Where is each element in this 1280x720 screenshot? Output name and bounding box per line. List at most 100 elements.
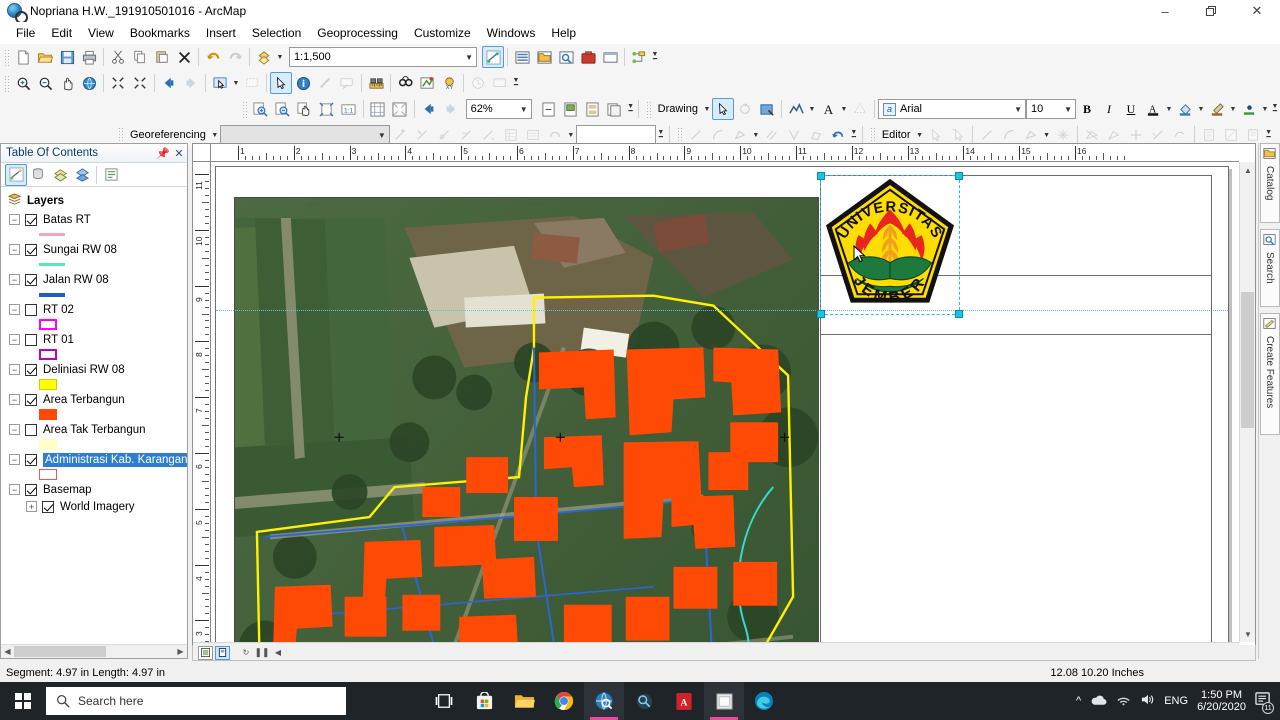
marker-color-dropdown-icon[interactable]: ▼ — [1260, 99, 1270, 119]
fill-color-icon[interactable] — [1174, 98, 1196, 120]
new-document-icon[interactable] — [12, 46, 34, 68]
expand-icon[interactable]: − — [9, 334, 20, 345]
find-icon[interactable] — [394, 72, 416, 94]
menu-selection[interactable]: Selection — [244, 23, 309, 43]
maximize-button[interactable] — [1188, 0, 1234, 22]
toolbar-grip[interactable] — [3, 48, 9, 66]
layout-zoom-out-icon[interactable] — [272, 98, 294, 120]
new-rectangle-icon[interactable] — [756, 98, 778, 120]
undo-icon[interactable] — [202, 46, 224, 68]
layout-page[interactable]: 110°52'0"E 110°52'0"E 110°52'0"E UNIVERS… — [215, 166, 1229, 642]
search-icon[interactable] — [555, 46, 577, 68]
paste-icon[interactable] — [151, 46, 173, 68]
horizontal-ruler[interactable]: 1 2 3 4 5 6 7 8 9 10 11 12 13 14 15 16 — [211, 144, 1239, 162]
fixed-zoom-in-page-icon[interactable] — [367, 98, 389, 120]
previous-icon[interactable]: ◀ — [270, 648, 286, 657]
zoom-100-icon[interactable]: 1:1 — [338, 98, 360, 120]
layout-vertical-scrollbar[interactable]: ▲ ▼ — [1239, 162, 1255, 642]
task-view-icon[interactable] — [424, 682, 464, 720]
layout-zoom-combo[interactable]: 62% ▼ — [465, 99, 532, 119]
drawing-menu-label[interactable]: Drawing — [654, 103, 702, 115]
minimize-button[interactable]: – — [1142, 0, 1188, 22]
select-features-dropdown-icon[interactable]: ▼ — [231, 73, 241, 93]
italic-button[interactable]: I — [1098, 98, 1120, 120]
scroll-right-icon[interactable]: ▶ — [174, 647, 187, 656]
pdf-reader-icon[interactable]: A — [664, 682, 704, 720]
toc-layer-jalan-rw-08[interactable]: − Jalan RW 08 — [1, 271, 187, 288]
georeferencing-transform-combo[interactable] — [575, 125, 656, 145]
select-elements-icon[interactable] — [270, 72, 292, 94]
action-center-icon[interactable]: 11 — [1255, 691, 1274, 714]
toc-layer-rt-02[interactable]: − RT 02 — [1, 301, 187, 318]
vertical-scroll-thumb[interactable] — [1241, 292, 1254, 428]
font-size-combo[interactable]: 10 ▼ — [1026, 99, 1076, 119]
expand-icon[interactable]: − — [9, 484, 20, 495]
resize-handle-top-right[interactable] — [955, 172, 963, 180]
menu-edit[interactable]: Edit — [43, 23, 80, 43]
list-by-selection-icon[interactable] — [71, 164, 93, 186]
identify-icon[interactable] — [292, 72, 314, 94]
pin-icon[interactable]: 📌 — [155, 147, 171, 160]
back-extent-icon[interactable] — [158, 72, 180, 94]
menu-geoprocessing[interactable]: Geoprocessing — [309, 23, 406, 43]
layout-zoom-in-icon[interactable] — [250, 98, 272, 120]
font-color-icon[interactable]: A — [1142, 98, 1164, 120]
toolbar-overflow-button[interactable]: ▼ ━ — [1270, 99, 1280, 119]
menu-insert[interactable]: Insert — [198, 23, 244, 43]
font-color-dropdown-icon[interactable]: ▼ — [1164, 99, 1174, 119]
show-hidden-icons-icon[interactable]: ^ — [1076, 695, 1081, 707]
expand-icon[interactable]: − — [9, 214, 20, 225]
zoom-in-icon[interactable] — [12, 72, 34, 94]
refresh-icon[interactable]: ↻ — [238, 648, 254, 657]
fill-color-dropdown-icon[interactable]: ▼ — [1196, 99, 1206, 119]
layer-checkbox[interactable] — [25, 243, 37, 256]
list-by-visibility-icon[interactable] — [49, 164, 71, 186]
editor-tools-grip[interactable] — [675, 126, 682, 144]
layer-checkbox[interactable] — [42, 500, 54, 513]
find-route-icon[interactable] — [416, 72, 438, 94]
close-button[interactable]: ✕ — [1234, 0, 1280, 22]
save-icon[interactable] — [56, 46, 78, 68]
resize-handle-bottom-left[interactable] — [817, 310, 825, 318]
new-line-dropdown-icon[interactable]: ▼ — [807, 99, 817, 119]
fixed-zoom-out-page-icon[interactable] — [389, 98, 411, 120]
toolbar-overflow-button[interactable]: ▼ ━ — [656, 125, 666, 145]
delete-icon[interactable] — [173, 46, 195, 68]
resize-handle-top-left[interactable] — [817, 172, 825, 180]
pause-drawing-icon[interactable]: ❚❚ — [254, 647, 270, 658]
scroll-up-icon[interactable]: ▲ — [1240, 162, 1256, 178]
georeferencing-dropdown-icon[interactable]: ▼ — [210, 125, 220, 145]
map-scale-combo[interactable]: 1:1,500 ▼ — [289, 47, 477, 67]
georeferencing-menu-label[interactable]: Georeferencing — [126, 129, 210, 141]
fixed-zoom-in-icon[interactable] — [107, 72, 129, 94]
layout-view-button[interactable] — [215, 645, 230, 660]
georeferencing-grip[interactable] — [117, 126, 123, 144]
open-folder-icon[interactable] — [34, 46, 56, 68]
data-driven-pages-icon[interactable] — [604, 98, 626, 120]
dock-tab-search[interactable]: Search — [1259, 229, 1280, 307]
fixed-zoom-out-icon[interactable] — [129, 72, 151, 94]
editor-grip[interactable] — [868, 126, 875, 144]
toolbar-overflow-button[interactable]: ▼ ━ — [511, 73, 521, 93]
windows-start-icon[interactable] — [0, 682, 46, 720]
universitas-jember-logo[interactable]: UNIVERSITAS JEMBER — [817, 172, 963, 318]
measure-icon[interactable] — [365, 72, 387, 94]
add-data-icon[interactable] — [253, 46, 275, 68]
resize-handle-bottom-right[interactable] — [955, 310, 963, 318]
expand-icon[interactable]: − — [9, 304, 20, 315]
zoom-out-icon[interactable] — [34, 72, 56, 94]
new-line-icon[interactable] — [785, 98, 807, 120]
layer-checkbox[interactable] — [25, 453, 37, 466]
layer-checkbox[interactable] — [25, 483, 37, 496]
close-icon[interactable]: ✕ — [171, 147, 187, 160]
full-extent-icon[interactable] — [78, 72, 100, 94]
construction-dropdown-icon[interactable]: ▼ — [751, 125, 761, 145]
expand-icon[interactable]: + — [26, 501, 37, 512]
bold-button[interactable]: B — [1076, 98, 1098, 120]
toc-layer-administrasi-kab-karanganyar[interactable]: − Administrasi Kab. Karangany — [1, 451, 187, 468]
layout-canvas[interactable]: 110°52'0"E 110°52'0"E 110°52'0"E UNIVERS… — [211, 162, 1239, 642]
expand-icon[interactable]: − — [9, 424, 20, 435]
layer-checkbox[interactable] — [25, 273, 37, 286]
go-to-xy-icon[interactable]: XY — [438, 72, 460, 94]
catalog-icon[interactable] — [533, 46, 555, 68]
